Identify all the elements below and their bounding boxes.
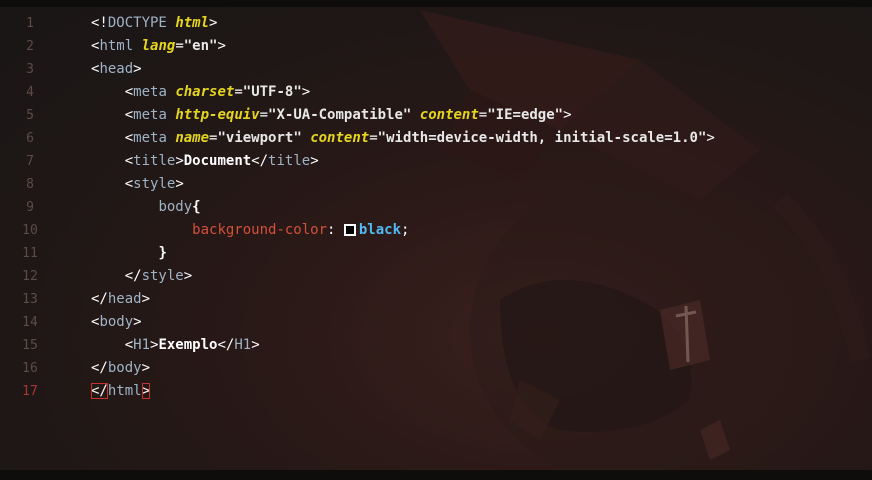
code-line[interactable]: body{ bbox=[91, 196, 872, 219]
line-number: 7 bbox=[26, 154, 34, 169]
line-number: 2 bbox=[26, 39, 34, 54]
bracket-match-close: > bbox=[141, 383, 151, 399]
code-line[interactable]: </head> bbox=[91, 288, 872, 311]
code-line[interactable]: <head> bbox=[91, 58, 872, 81]
code-line-active[interactable]: </html> bbox=[91, 380, 872, 403]
line-number: 1 bbox=[26, 16, 34, 31]
line-number: 6 bbox=[26, 131, 34, 146]
code-line[interactable]: </style> bbox=[91, 265, 872, 288]
line-number-active: 17 bbox=[22, 384, 38, 399]
line-number: 9 bbox=[26, 200, 34, 215]
code-line[interactable]: <meta http-equiv="X-UA-Compatible" conte… bbox=[91, 104, 872, 127]
code-line[interactable]: <!DOCTYPE html> bbox=[91, 12, 872, 35]
editor-bottom-border bbox=[0, 470, 872, 480]
line-number-gutter: 1 2 3 4 5 6 7 8 9 10 11 12 13 14 15 16 1… bbox=[0, 12, 70, 403]
line-number: 14 bbox=[22, 315, 38, 330]
code-line[interactable]: </body> bbox=[91, 357, 872, 380]
code-area[interactable]: <!DOCTYPE html> <html lang="en"> <head> … bbox=[91, 12, 872, 403]
code-line[interactable]: <html lang="en"> bbox=[91, 35, 872, 58]
editor-top-border bbox=[0, 0, 872, 7]
code-editor[interactable]: 1 2 3 4 5 6 7 8 9 10 11 12 13 14 15 16 1… bbox=[0, 0, 872, 480]
code-line[interactable]: } bbox=[91, 242, 872, 265]
code-line[interactable]: <meta name="viewport" content="width=dev… bbox=[91, 127, 872, 150]
code-line[interactable]: <meta charset="UTF-8"> bbox=[91, 81, 872, 104]
code-line[interactable]: <title>Document</title> bbox=[91, 150, 872, 173]
line-number: 16 bbox=[22, 361, 38, 376]
code-line[interactable]: <style> bbox=[91, 173, 872, 196]
code-line[interactable]: <H1>Exemplo</H1> bbox=[91, 334, 872, 357]
line-number: 12 bbox=[22, 269, 38, 284]
line-number: 13 bbox=[22, 292, 38, 307]
line-number: 15 bbox=[22, 338, 38, 353]
color-swatch-icon[interactable] bbox=[343, 224, 356, 236]
line-number: 11 bbox=[22, 246, 38, 261]
line-number: 10 bbox=[22, 223, 38, 238]
line-number: 8 bbox=[26, 177, 34, 192]
code-line[interactable]: <body> bbox=[91, 311, 872, 334]
line-number: 4 bbox=[26, 85, 34, 100]
code-line[interactable]: background-color: black; bbox=[91, 219, 872, 242]
bracket-match-open: </ bbox=[91, 383, 108, 399]
line-number: 3 bbox=[26, 62, 34, 77]
line-number: 5 bbox=[26, 108, 34, 123]
